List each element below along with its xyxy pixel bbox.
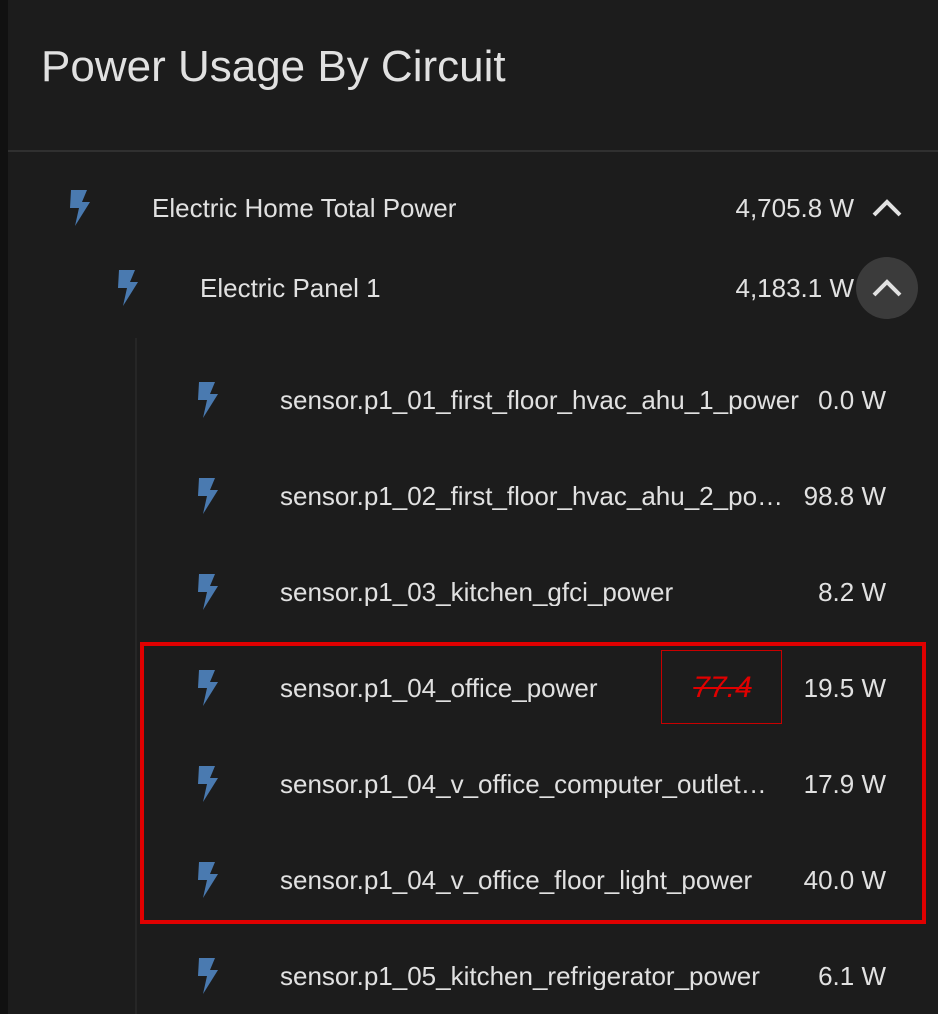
collapse-button[interactable]	[856, 177, 918, 239]
tree-row-label: sensor.p1_05_kitchen_refrigerator_power	[280, 962, 760, 990]
flash-icon	[198, 574, 218, 610]
old-value-text: 77.4	[693, 671, 752, 704]
tree-row-label: sensor.p1_03_kitchen_gfci_power	[280, 578, 674, 606]
tree-row-value: 98.8 W	[803, 481, 886, 511]
flash-icon	[70, 190, 90, 226]
tree-row-value: 0.0 W	[818, 385, 886, 415]
tree-row-label: sensor.p1_01_first_floor_hvac_ahu_1_powe…	[280, 386, 799, 414]
power-usage-card: Power Usage By Circuit Electric Home Tot…	[8, 0, 938, 1014]
tree-row-panel[interactable]: Electric Panel 1 4,183.1 W	[8, 257, 938, 319]
tree-row-circuit[interactable]: sensor.p1_03_kitchen_gfci_power 8.2 W	[8, 562, 938, 622]
card-title: Power Usage By Circuit	[41, 42, 506, 91]
tree-row-value: 8.2 W	[818, 577, 886, 607]
tree-row-total[interactable]: Electric Home Total Power 4,705.8 W	[8, 178, 938, 238]
tree-row-label: Electric Panel 1	[200, 274, 381, 302]
tree-row-value: 6.1 W	[818, 961, 886, 991]
tree-row-value: 4,705.8 W	[735, 193, 854, 223]
tree-row-circuit[interactable]: sensor.p1_01_first_floor_hvac_ahu_1_powe…	[8, 370, 938, 430]
tree-row-label: sensor.p1_02_first_floor_hvac_ahu_2_powe…	[280, 482, 790, 510]
chevron-up-icon	[872, 199, 902, 217]
tree-row-value: 4,183.1 W	[735, 273, 854, 303]
chevron-up-icon	[872, 279, 902, 297]
collapse-button[interactable]	[856, 257, 918, 319]
tree-row-label: Electric Home Total Power	[152, 194, 457, 222]
tree-row-circuit[interactable]: sensor.p1_05_kitchen_refrigerator_power …	[8, 946, 938, 1006]
header-divider	[8, 150, 938, 152]
old-value-annotation: 77.4	[661, 650, 782, 724]
flash-icon	[198, 478, 218, 514]
flash-icon	[198, 382, 218, 418]
flash-icon	[198, 958, 218, 994]
flash-icon	[118, 270, 138, 306]
tree-row-circuit[interactable]: sensor.p1_02_first_floor_hvac_ahu_2_powe…	[8, 466, 938, 526]
highlight-annotation	[140, 642, 926, 924]
